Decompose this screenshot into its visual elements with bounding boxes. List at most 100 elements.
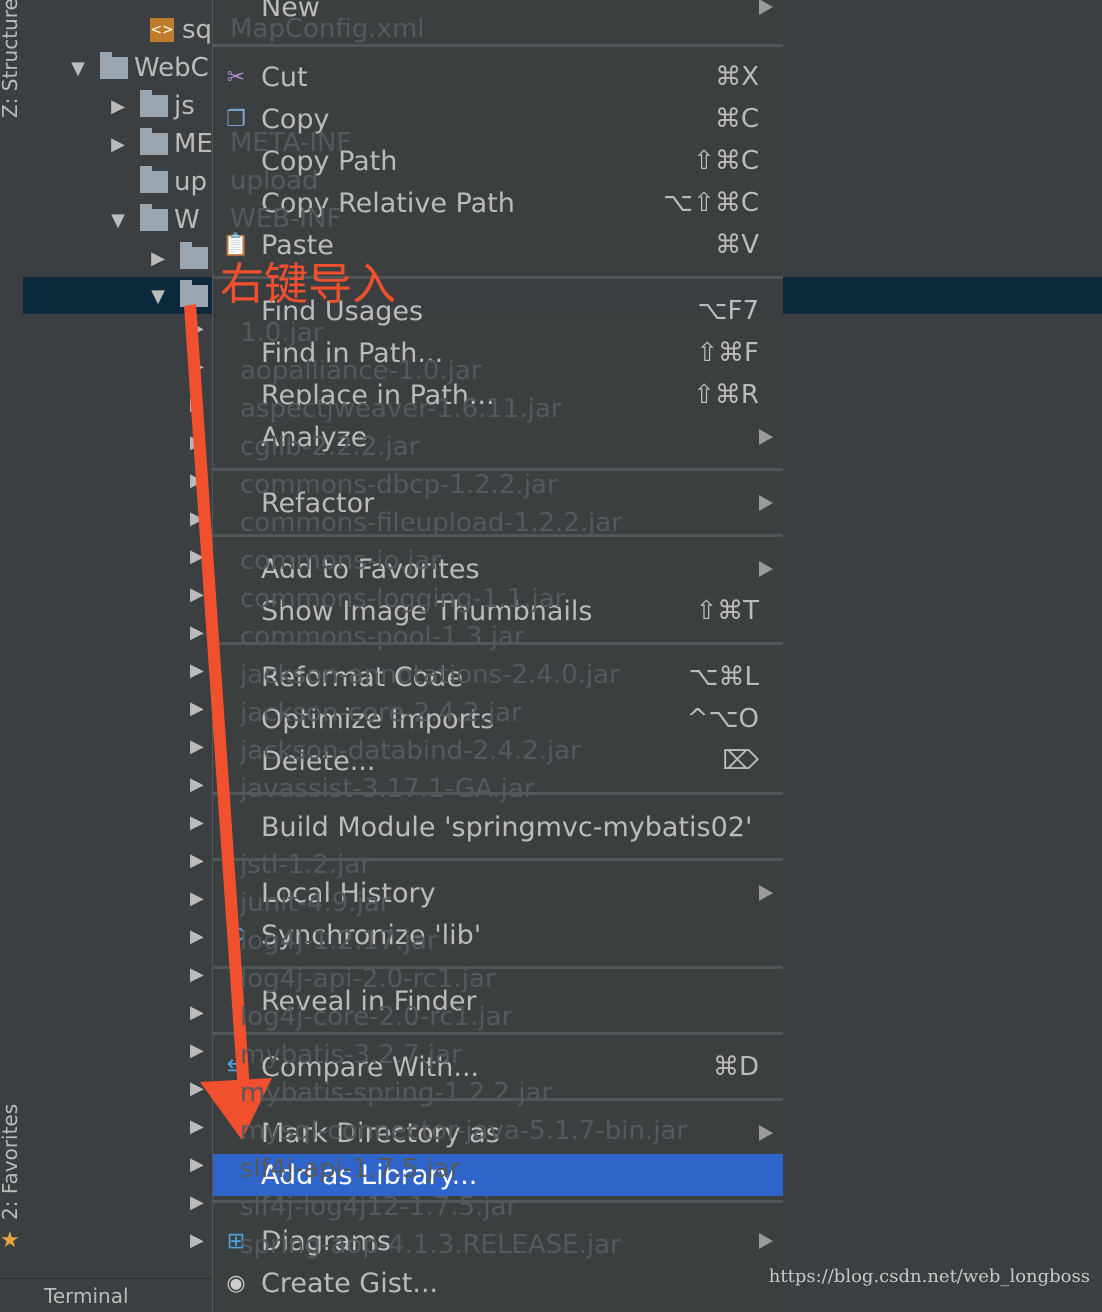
tree-row-label: W xyxy=(174,205,200,235)
ghost-tree-item: commons-pool-1.3.jar xyxy=(240,622,525,652)
expand-arrow-icon[interactable]: ▼ xyxy=(108,210,128,231)
menu-item-shortcut: ⌘D xyxy=(712,1052,759,1082)
submenu-arrow-icon xyxy=(759,561,773,577)
expand-arrow-icon[interactable]: ▶ xyxy=(190,1002,204,1023)
expand-arrow-icon[interactable]: ▶ xyxy=(190,584,204,605)
ghost-tree-item: junit-4.9.jar xyxy=(240,888,391,918)
tree-row-label: sq xyxy=(182,15,213,45)
ghost-tree-item: commons-io.jar xyxy=(240,546,441,576)
submenu-arrow-icon xyxy=(759,1125,773,1141)
expand-arrow-icon[interactable]: ▶ xyxy=(190,926,204,947)
expand-arrow-icon[interactable]: ▶ xyxy=(190,318,204,339)
ghost-tree-item: upload xyxy=(230,166,319,196)
expand-arrow-icon[interactable]: ▶ xyxy=(190,470,204,491)
terminal-tab[interactable]: Terminal xyxy=(44,1284,129,1308)
ghost-tree-item: log4j-api-2.0-rc1.jar xyxy=(240,964,496,994)
folder-icon xyxy=(180,280,208,307)
tree-row-js[interactable]: ▶ js xyxy=(108,88,195,124)
expand-arrow-icon[interactable]: ▶ xyxy=(190,774,204,795)
tree-row-label: ME xyxy=(174,129,213,159)
expand-arrow-icon[interactable]: ▼ xyxy=(148,286,168,307)
expand-arrow-icon[interactable]: ▶ xyxy=(190,736,204,757)
expand-arrow-icon[interactable]: ▶ xyxy=(190,1230,204,1251)
tree-row-classes[interactable]: ▶ xyxy=(148,240,214,276)
menu-item-label: Build Module 'springmvc-mybatis02' xyxy=(261,811,753,843)
menu-item-shortcut: ⌥⇧⌘C xyxy=(663,188,759,218)
expand-arrow-icon[interactable]: ▶ xyxy=(190,698,204,719)
menu-item-shortcut: ⇧⌘R xyxy=(693,380,759,410)
expand-arrow-icon[interactable]: ▶ xyxy=(190,356,204,377)
menu-item-build-module-springmvc-mybatis02[interactable]: Build Module 'springmvc-mybatis02' xyxy=(213,806,783,848)
ghost-tree-item: mybatis-3.2.7.jar xyxy=(240,1040,462,1070)
expand-arrow-icon[interactable]: ▶ xyxy=(190,394,204,415)
menu-item-shortcut: ⇧⌘T xyxy=(695,596,759,626)
expand-arrow-icon[interactable]: ▶ xyxy=(148,248,168,269)
ghost-tree-item: aopalliance-1.0.jar xyxy=(240,356,482,386)
watermark: https://blog.csdn.net/web_longboss xyxy=(768,1266,1090,1287)
ghost-tree-item: jackson-annotations-2.4.0.jar xyxy=(240,660,620,690)
favorites-tab[interactable]: 2: Favorites xyxy=(0,1104,22,1220)
ghost-tree-item: commons-logging-1.1.jar xyxy=(240,584,566,614)
annotation-text: 右键导入 xyxy=(220,259,396,310)
ghost-tree-item: META-INF xyxy=(230,128,352,158)
expand-arrow-icon[interactable]: ▶ xyxy=(190,812,204,833)
expand-arrow-icon[interactable]: ▶ xyxy=(190,1116,204,1137)
ghost-tree-item: jackson-databind-2.4.2.jar xyxy=(240,736,581,766)
expand-arrow-icon[interactable]: ▶ xyxy=(190,622,204,643)
ghost-tree-item: slf4j-api-1.7.5.jar xyxy=(240,1154,461,1184)
tree-row-webc[interactable]: ▼ WebC xyxy=(68,50,209,86)
expand-arrow-icon[interactable]: ▼ xyxy=(68,58,88,79)
menu-item-shortcut: ⌥F7 xyxy=(697,296,759,326)
expand-arrow-icon[interactable]: ▶ xyxy=(190,660,204,681)
expand-arrow-icon[interactable]: ▶ xyxy=(108,134,128,155)
ghost-tree-item: commons-fileupload-1.2.2.jar xyxy=(240,508,622,538)
menu-item-create-gist[interactable]: ◉ Create Gist... xyxy=(213,1262,783,1304)
menu-item-shortcut: ⌘C xyxy=(714,104,759,134)
expand-arrow-icon[interactable]: ▶ xyxy=(190,850,204,871)
folder-icon xyxy=(140,90,168,117)
folder-icon xyxy=(140,166,168,193)
ghost-tree-item: WEB-INF xyxy=(230,204,342,234)
tree-row-meta[interactable]: ▶ ME xyxy=(108,126,213,162)
structure-tab[interactable]: Z: Structure xyxy=(0,0,22,118)
ghost-tree-item: cglib-2.2.2.jar xyxy=(240,432,420,462)
expand-arrow-icon[interactable]: ▶ xyxy=(190,888,204,909)
ghost-tree-item: aspectjweaver-1.6.11.jar xyxy=(240,394,562,424)
expand-arrow-icon[interactable]: ▶ xyxy=(190,1078,204,1099)
ghost-tree-item: MapConfig.xml xyxy=(230,14,425,44)
github-icon: ◉ xyxy=(226,1270,246,1296)
menu-item-shortcut: ⌘X xyxy=(715,62,759,92)
menu-item-shortcut: ⇧⌘F xyxy=(696,338,759,368)
menu-item-shortcut: ⌘V xyxy=(715,230,759,260)
tree-row-upload[interactable]: up xyxy=(108,164,207,200)
expand-arrow-icon[interactable]: ▶ xyxy=(190,508,204,529)
tree-row-lib[interactable]: ▼ xyxy=(148,278,214,314)
ghost-tree-item: 1.0.jar xyxy=(240,318,324,348)
expand-arrow-icon[interactable]: ▶ xyxy=(190,1192,204,1213)
menu-item-cut[interactable]: ✂ Cut ⌘X xyxy=(213,56,783,98)
menu-item-label: Create Gist... xyxy=(261,1267,439,1299)
expand-arrow-icon[interactable]: ▶ xyxy=(190,964,204,985)
tree-row-sq[interactable]: <> sq xyxy=(150,12,212,48)
expand-arrow-icon[interactable]: ▶ xyxy=(190,432,204,453)
expand-arrow-icon[interactable]: ▶ xyxy=(190,1154,204,1175)
menu-item-shortcut: ^⌥O xyxy=(686,704,759,734)
tree-row-label: up xyxy=(174,167,207,197)
submenu-arrow-icon xyxy=(759,885,773,901)
expand-arrow-icon[interactable]: ▶ xyxy=(190,1040,204,1061)
ghost-tree-item: commons-dbcp-1.2.2.jar xyxy=(240,470,558,500)
submenu-arrow-icon xyxy=(759,0,773,15)
expand-arrow-icon[interactable]: ▶ xyxy=(108,96,128,117)
ghost-tree-item: javassist-3.17.1-GA.jar xyxy=(240,774,535,804)
ghost-tree-item: log4j-1.2.17.jar xyxy=(240,926,438,956)
folder-icon xyxy=(180,242,208,269)
tree-row-webinf[interactable]: ▼ W xyxy=(108,202,200,238)
expand-arrow-icon[interactable]: ▶ xyxy=(190,546,204,567)
ghost-tree-item: log4j-core-2.0-rc1.jar xyxy=(240,1002,513,1032)
xml-file-icon: <> xyxy=(150,18,174,42)
folder-icon xyxy=(140,204,168,231)
ghost-tree-item: slf4j-log4j12-1.7.5.jar xyxy=(240,1192,518,1222)
ghost-tree-item: mybatis-spring-1.2.2.jar xyxy=(240,1078,553,1108)
folder-icon xyxy=(100,52,128,79)
tree-row-label: js xyxy=(174,91,195,121)
